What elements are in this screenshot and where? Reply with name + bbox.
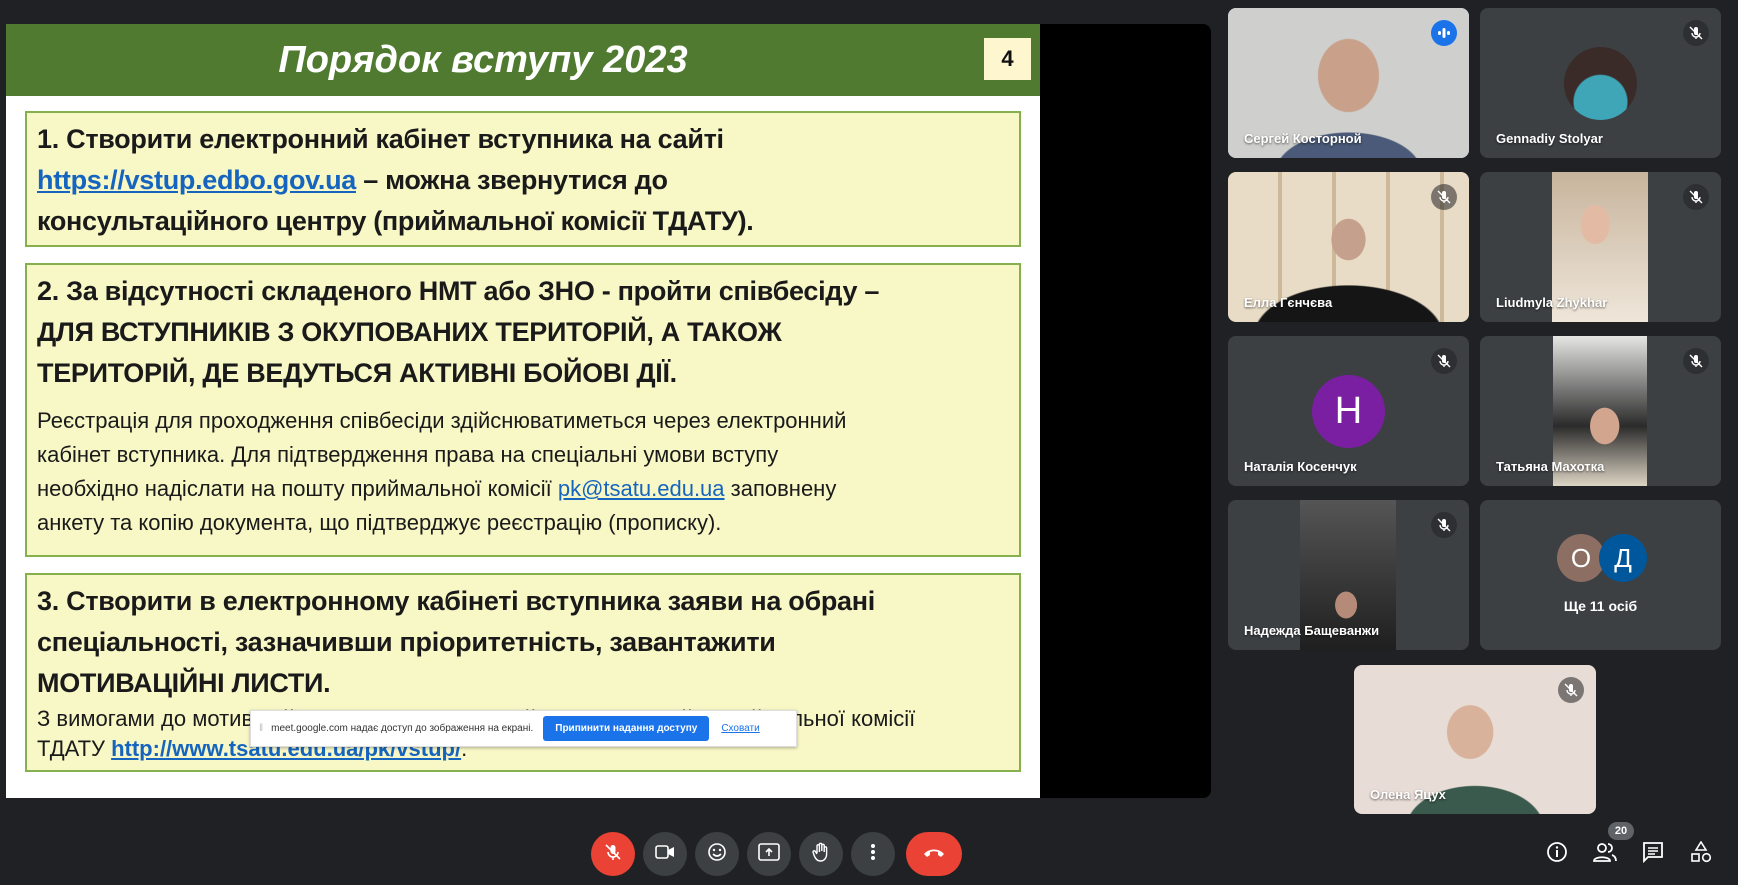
presentation-stage: Порядок вступу 2023 4 1. Створити електр… xyxy=(6,24,1211,798)
activities-button[interactable] xyxy=(1689,839,1713,868)
mic-off-icon xyxy=(1431,512,1457,538)
mic-off-icon xyxy=(1683,184,1709,210)
step-3-line: МОТИВАЦІЙНІ ЛИСТИ. xyxy=(37,668,331,698)
mic-off-icon xyxy=(1431,184,1457,210)
hand-icon xyxy=(812,842,830,867)
participant-tile[interactable]: Татьяна Махотка xyxy=(1480,336,1721,486)
text: необхідно надіслати на пошту приймальної… xyxy=(37,476,558,501)
self-view-tile[interactable]: Олена Яцух xyxy=(1354,665,1596,814)
step-3-line: 3. Створити в електронному кабінеті всту… xyxy=(37,586,875,616)
slide-title: Порядок вступу 2023 xyxy=(278,38,688,81)
present-icon xyxy=(758,842,780,866)
participant-name: Liudmyla Zhykhar xyxy=(1496,295,1608,310)
slide: Порядок вступу 2023 4 1. Створити електр… xyxy=(6,24,1040,798)
raise-hand-button[interactable] xyxy=(799,832,843,876)
text: заповнену xyxy=(724,476,837,501)
people-button[interactable] xyxy=(1593,842,1617,866)
emoji-icon xyxy=(707,842,727,867)
participant-tile[interactable]: Елла Гєнчєва xyxy=(1228,172,1469,322)
reactions-button[interactable] xyxy=(695,832,739,876)
mic-off-icon xyxy=(1683,348,1709,374)
participant-name: Сергей Косторной xyxy=(1244,131,1362,146)
people-icon xyxy=(1593,842,1617,867)
email-link[interactable]: pk@tsatu.edu.ua xyxy=(558,476,725,501)
slide-header: Порядок вступу 2023 4 xyxy=(6,24,1040,96)
step-2-line: 2. За відсутності складеного НМТ або ЗНО… xyxy=(37,276,880,306)
chat-icon xyxy=(1642,841,1664,868)
meeting-details-button[interactable] xyxy=(1545,841,1569,868)
text: ТДАТУ xyxy=(37,736,112,761)
participant-name: Татьяна Махотка xyxy=(1496,459,1605,474)
avatar: Д xyxy=(1599,534,1647,582)
participant-name: Наталія Косенчук xyxy=(1244,459,1357,474)
participant-name: Елла Гєнчєва xyxy=(1244,295,1333,310)
mic-off-icon xyxy=(1683,20,1709,46)
step-2-line: ТЕРИТОРІЙ, ДЕ ВЕДУТЬСЯ АКТИВНІ БОЙОВІ ДІ… xyxy=(37,358,677,388)
step-2-box: 2. За відсутності складеного НМТ або ЗНО… xyxy=(25,263,1021,557)
step-1-box: 1. Створити електронний кабінет вступник… xyxy=(25,111,1021,247)
step-2-line: ДЛЯ ВСТУПНИКІВ З ОКУПОВАНИХ ТЕРИТОРІЙ, А… xyxy=(37,317,782,347)
more-vert-icon xyxy=(871,843,875,866)
avatar: Н xyxy=(1312,375,1385,448)
step-3-line: спеціальності, зазначивши пріоритетність… xyxy=(37,627,776,657)
step-1-line: https://vstup.edbo.gov.ua – можна зверну… xyxy=(37,160,1009,201)
vstup-link[interactable]: https://vstup.edbo.gov.ua xyxy=(37,165,356,195)
stop-sharing-button[interactable]: Припинити надання доступу xyxy=(543,716,710,741)
more-participants-label: Ще 11 осіб xyxy=(1563,598,1638,614)
participant-count-badge: 20 xyxy=(1608,822,1634,840)
info-icon xyxy=(1546,841,1568,868)
participant-name: Олена Яцух xyxy=(1370,787,1446,802)
participant-tile[interactable]: Надежда Бащеванжи xyxy=(1228,500,1469,650)
speaking-indicator-icon xyxy=(1431,20,1457,46)
step-2-para: кабінет вступника. Для підтвердження пра… xyxy=(37,442,779,467)
camera-toggle-button[interactable] xyxy=(643,832,687,876)
step-1-text: – можна звернутися до xyxy=(356,165,668,195)
leave-call-button[interactable] xyxy=(906,832,962,876)
participant-tile[interactable]: Liudmyla Zhykhar xyxy=(1480,172,1721,322)
mic-off-icon xyxy=(1558,677,1584,703)
more-participants-tile[interactable]: О Д Ще 11 осіб xyxy=(1480,500,1721,650)
hide-button[interactable]: Сховати xyxy=(721,723,759,734)
step-2-para: Реєстрація для проходження співбесіди зд… xyxy=(37,408,847,433)
participant-name: Gennadiy Stolyar xyxy=(1496,131,1603,146)
participant-name: Надежда Бащеванжи xyxy=(1244,623,1380,638)
step-2-para: необхідно надіслати на пошту приймальної… xyxy=(37,472,1009,506)
screen-share-notice: ‖ meet.google.com надає доступ до зображ… xyxy=(250,710,797,747)
mic-off-icon xyxy=(1431,348,1457,374)
avatar xyxy=(1564,47,1637,120)
step-1-line: 1. Створити електронний кабінет вступник… xyxy=(37,124,724,154)
present-screen-button[interactable] xyxy=(747,832,791,876)
phone-hangup-icon xyxy=(922,845,946,863)
participant-tile[interactable]: Сергей Косторной xyxy=(1228,8,1469,158)
step-2-para: анкету та копію документа, що підтверджу… xyxy=(37,510,722,535)
avatar: О xyxy=(1557,534,1605,582)
more-options-button[interactable] xyxy=(851,832,895,876)
slide-page-number: 4 xyxy=(984,38,1031,80)
activities-icon xyxy=(1690,839,1712,868)
drag-handle-icon[interactable]: ‖ xyxy=(259,723,263,734)
step-1-line: консультаційного центру (приймальної ком… xyxy=(37,206,754,236)
participant-tile[interactable]: Gennadiy Stolyar xyxy=(1480,8,1721,158)
camera-icon xyxy=(655,844,675,864)
chat-button[interactable] xyxy=(1641,841,1665,868)
mic-toggle-button[interactable] xyxy=(591,832,635,876)
share-message: meet.google.com надає доступ до зображен… xyxy=(271,723,534,734)
participant-tile[interactable]: Н Наталія Косенчук xyxy=(1228,336,1469,486)
mic-off-icon xyxy=(604,843,622,866)
